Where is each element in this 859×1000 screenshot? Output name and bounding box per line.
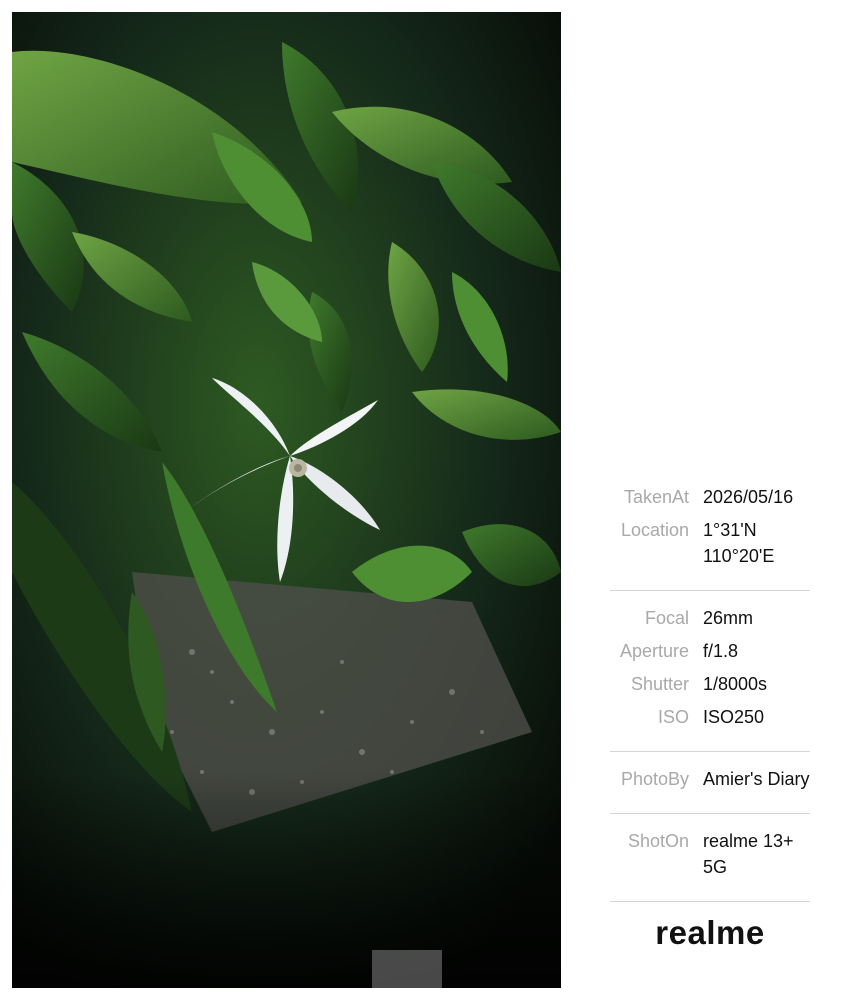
shot-on-row: ShotOn realme 13+ 5G bbox=[610, 828, 850, 880]
divider bbox=[610, 751, 810, 752]
photo-by-value: Amier's Diary bbox=[703, 769, 810, 789]
camera-settings-group: Focal 26mm Aperture f/1.8 Shutter 1/8000… bbox=[610, 601, 850, 743]
realme-logo: realme bbox=[655, 914, 765, 951]
author-group: PhotoBy Amier's Diary bbox=[610, 762, 850, 805]
taken-at-value: 2026/05/16 bbox=[703, 487, 794, 507]
photo bbox=[12, 12, 561, 988]
photo-by-row: PhotoBy Amier's Diary bbox=[610, 766, 850, 792]
focal-label: Focal bbox=[644, 608, 689, 628]
aperture-row: Aperture f/1.8 bbox=[610, 638, 850, 664]
capture-info-group: TakenAt 2026/05/16 Location 1°31'N 110°2… bbox=[610, 480, 850, 582]
divider bbox=[610, 901, 810, 902]
shutter-value: 1/8000s bbox=[703, 674, 768, 694]
shutter-label: Shutter bbox=[630, 674, 689, 694]
iso-value: ISO250 bbox=[703, 707, 765, 727]
device-group: ShotOn realme 13+ 5G bbox=[610, 824, 850, 893]
location-row: Location 1°31'N 110°20'E bbox=[610, 517, 850, 569]
focal-value: 26mm bbox=[703, 608, 754, 628]
taken-at-label: TakenAt bbox=[623, 487, 689, 507]
iso-label: ISO bbox=[657, 707, 689, 727]
divider bbox=[610, 590, 810, 591]
exif-panel: TakenAt 2026/05/16 Location 1°31'N 110°2… bbox=[610, 480, 850, 912]
flower-photo-illustration bbox=[12, 12, 561, 988]
photo-by-label: PhotoBy bbox=[620, 769, 689, 789]
location-value: 1°31'N 110°20'E bbox=[703, 520, 775, 566]
taken-at-row: TakenAt 2026/05/16 bbox=[610, 484, 850, 510]
location-label: Location bbox=[620, 520, 689, 540]
focal-row: Focal 26mm bbox=[610, 605, 850, 631]
shutter-row: Shutter 1/8000s bbox=[610, 671, 850, 697]
iso-row: ISO ISO250 bbox=[610, 704, 850, 730]
shot-on-label: ShotOn bbox=[627, 831, 689, 851]
shot-on-value: realme 13+ 5G bbox=[703, 831, 794, 877]
divider bbox=[610, 813, 810, 814]
aperture-value: f/1.8 bbox=[703, 641, 739, 661]
aperture-label: Aperture bbox=[619, 641, 689, 661]
